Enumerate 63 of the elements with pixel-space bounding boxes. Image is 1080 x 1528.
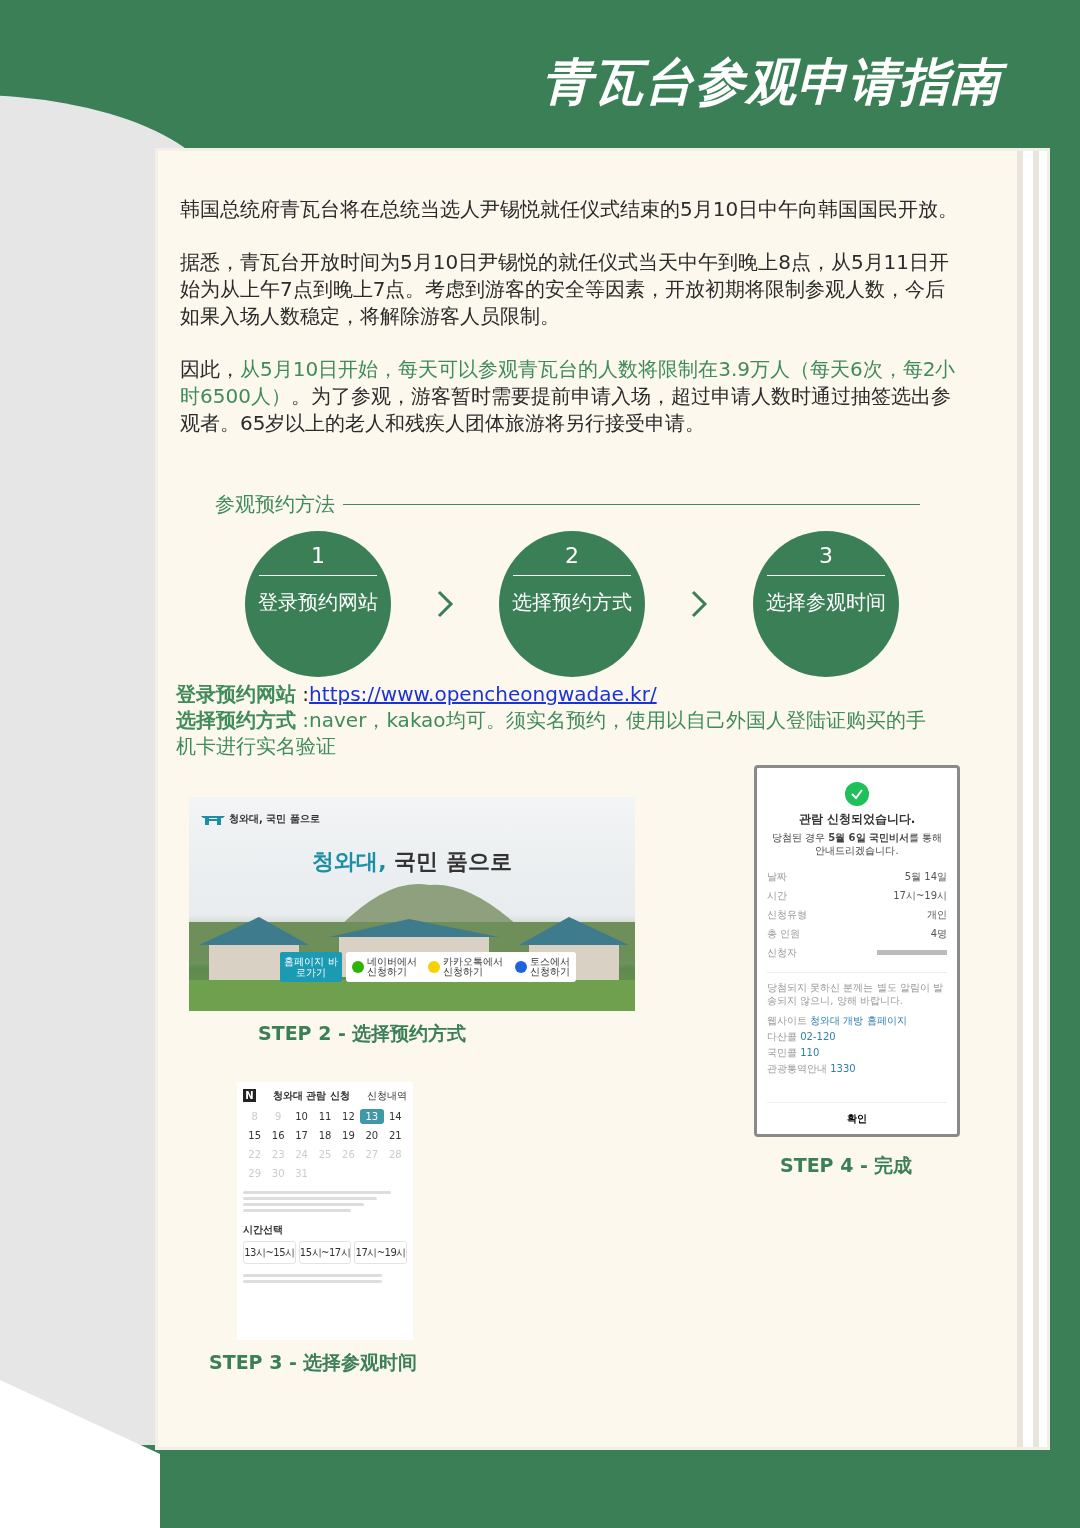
contact-line: 국민콜 110 — [767, 1046, 821, 1060]
circle-icon — [351, 961, 364, 973]
paragraph: 据悉，青瓦台开放时间为5月10日尹锡悦的就任仪式当天中午到晚上8点，从5月11日开始为从上午7点到晚上7点。考虑到游客的安全等因素，开放初期将限制参观人数，今后如果入场人数稳定，将解除游客人员限制。 — [180, 249, 951, 330]
apply-option-button[interactable]: 카카오톡에서 신청하기 — [428, 957, 504, 977]
info-text: 选择预约方式 :naver，kakao均可。须实名预约，使用以自己外国人登陆证购买的手机卡进行实名验证 — [176, 707, 927, 759]
calendar-day[interactable]: 21 — [383, 1127, 407, 1143]
time-slot[interactable]: 17시~19시 — [354, 1240, 407, 1264]
detail-value: 개인 — [927, 908, 947, 922]
logo-text: 청와대, 국민 품으로 — [229, 812, 320, 826]
chevron-icon — [689, 589, 709, 619]
step-label: 选择参观时间 — [765, 590, 887, 615]
dot-icon — [515, 961, 528, 973]
calendar-day[interactable]: 18 — [313, 1127, 337, 1143]
calendar-day[interactable]: 14 — [383, 1108, 407, 1124]
calendar-day[interactable]: 12 — [336, 1108, 361, 1124]
chevron-icon — [435, 589, 455, 619]
step-caption: STEP 3 - 选择参观时间 — [209, 1349, 419, 1375]
detail-value: 17시~19시 — [893, 889, 947, 903]
detail-value: 5월 14일 — [904, 870, 947, 884]
paragraph: 韩国总统府青瓦台将在总统当选人尹锡悦就任仪式结束的5月10日中午向韩国国民开放。 — [180, 196, 960, 223]
time-slot[interactable]: 15시~17시 — [298, 1240, 352, 1264]
calendar-day[interactable]: 11 — [313, 1108, 337, 1124]
step-caption: STEP 2 - 选择预约方式 — [258, 1021, 468, 1046]
calendar-day[interactable]: 15 — [243, 1127, 267, 1143]
paragraph: 因此，从5月10日开始，每天可以参观青瓦台的人数将限制在3.9万人（每天6次，每2小时6500人）。为了参观，游客暂时需要提前申请入场，超过申请人数时通过抽签选出参观者。65岁以上的老人和残疾人团体旅游将另行接受申请。 — [180, 356, 957, 437]
logo-icon: N — [243, 1088, 256, 1102]
redacted-name-bar — [877, 950, 947, 955]
apply-option-button[interactable]: 토스에서 신청하기 — [515, 957, 571, 977]
step-label: 选择预约方式 — [511, 590, 633, 615]
calendar-title: 청와대 관람 신청 — [273, 1088, 350, 1103]
calendar-day[interactable]: 20 — [360, 1127, 384, 1143]
contact-line: 웹사이트 청와대 개방 홈페이지 — [767, 1014, 908, 1028]
detail-label: 시간 — [767, 889, 787, 903]
dialog-title: 관람 신청되었습니다. — [797, 811, 917, 828]
detail-label: 날짜 — [767, 870, 787, 884]
step-number: 3 — [767, 541, 885, 576]
detail-label: 신청자 — [767, 946, 797, 960]
step-number: 2 — [513, 541, 631, 576]
dialog-message: 당첨된 경우 5월 6일 국민비서를 통해 안내드리겠습니다. — [770, 831, 944, 857]
apply-option-button[interactable]: 네이버에서 신청하기 — [351, 957, 417, 977]
section-title: 参观预约方法 — [215, 491, 335, 518]
contact-line: 다산콜 02-120 — [767, 1030, 837, 1044]
step-label: 登录预约网站 — [257, 590, 379, 615]
history-link[interactable]: 신청내역 — [367, 1087, 407, 1103]
time-slot[interactable]: 13시~15시 — [243, 1240, 296, 1264]
colon-text: : — [301, 682, 310, 706]
dialog-note: 당첨되지 못하신 분께는 별도 알림이 발송되지 않으니, 양해 바랍니다. — [767, 972, 947, 1007]
calendar-day[interactable]: 17 — [289, 1127, 314, 1143]
detail-label: 총 인원 — [767, 927, 801, 941]
headline: 청와대, 국민 품으로 — [311, 848, 513, 876]
calendar-day[interactable]: 19 — [336, 1127, 361, 1143]
calendar-day[interactable]: 16 — [266, 1127, 290, 1143]
website-link[interactable]: https://www.opencheongwadae.kr/ — [309, 682, 657, 706]
contact-line: 관광통역안내 1330 — [767, 1062, 857, 1076]
detail-value: 4명 — [930, 927, 947, 941]
check-icon — [845, 782, 869, 806]
page-title: 青瓦台参观申请指南 — [536, 50, 1015, 115]
step-number: 1 — [259, 541, 377, 576]
time-heading: 시간선택 — [243, 1222, 284, 1237]
calendar-day[interactable]: 10 — [289, 1108, 314, 1124]
field-label: 登录预约网站 — [176, 682, 296, 706]
detail-label: 신청유형 — [767, 908, 807, 922]
step-caption: STEP 4 - 完成 — [780, 1153, 913, 1178]
